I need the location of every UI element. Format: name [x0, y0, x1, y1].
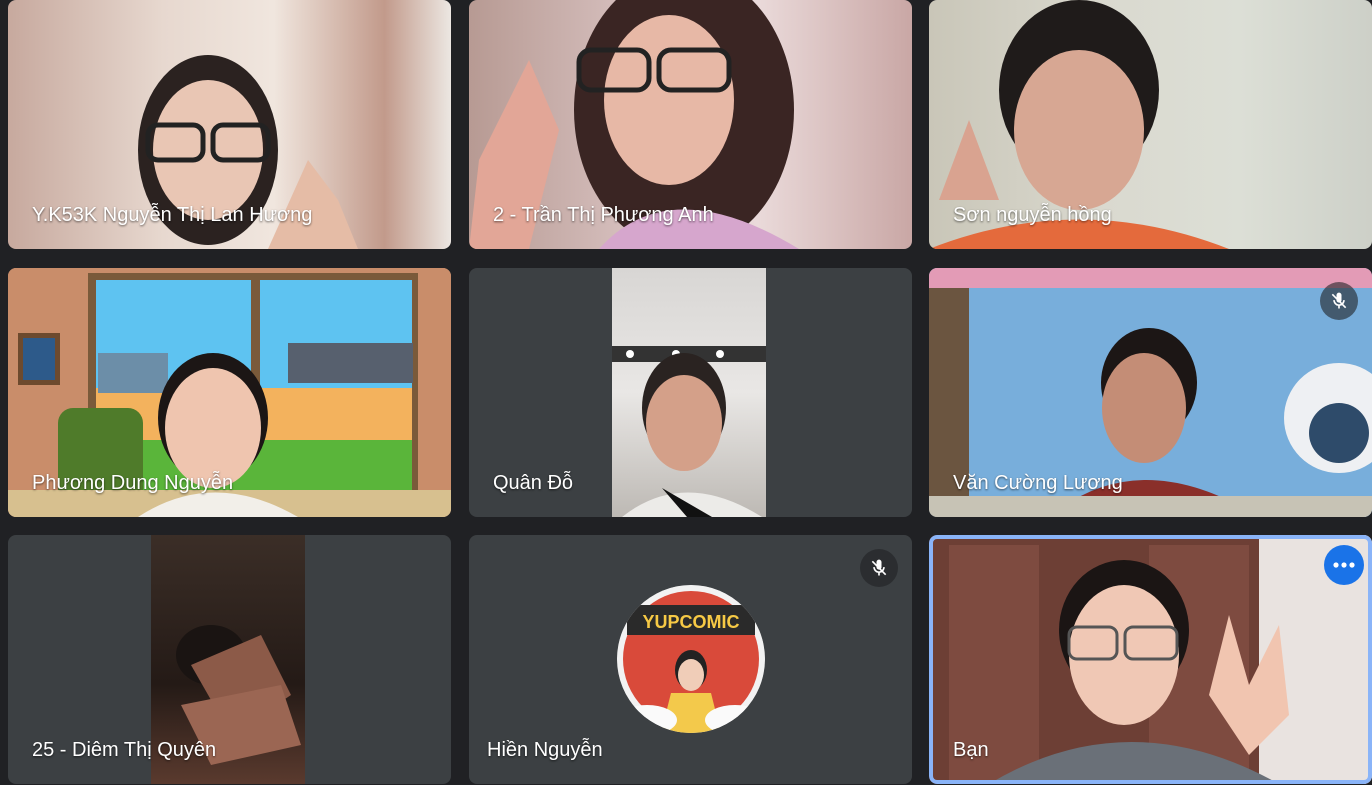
svg-text:YUPCOMIC: YUPCOMIC: [642, 612, 739, 632]
participant-name: Bạn: [953, 739, 989, 761]
video-tile[interactable]: Quân Đỗ: [469, 268, 912, 517]
video-tile[interactable]: YUPCOMIC Hiền Nguyễn: [469, 535, 912, 784]
participant-name: Y.K53K Nguyễn Thị Lan Hương: [32, 204, 313, 226]
participant-video: [929, 535, 1372, 784]
mic-off-icon: [1320, 282, 1358, 320]
participant-name: Quân Đỗ: [493, 472, 574, 494]
video-tile[interactable]: 2 - Trần Thị Phương Anh: [469, 0, 912, 249]
participant-name: 25 - Diêm Thị Quyên: [32, 739, 217, 761]
participant-video: [612, 268, 766, 517]
self-video-tile[interactable]: Bạn: [929, 535, 1372, 784]
participant-name: 2 - Trần Thị Phương Anh: [493, 204, 714, 226]
participant-name: Sơn nguyễn hồng: [953, 204, 1112, 226]
more-options-icon[interactable]: [1324, 545, 1364, 585]
mic-off-icon: [860, 549, 898, 587]
video-tile[interactable]: Y.K53K Nguyễn Thị Lan Hương: [8, 0, 451, 249]
participant-name: Phương Dung Nguyễn: [32, 472, 234, 494]
participant-name: Văn Cường Lương: [953, 472, 1123, 494]
video-tile[interactable]: Sơn nguyễn hồng: [929, 0, 1372, 249]
avatar: YUPCOMIC: [617, 585, 765, 733]
video-tile[interactable]: Phương Dung Nguyễn: [8, 268, 451, 517]
participant-name: Hiền Nguyễn: [487, 739, 603, 761]
video-tile[interactable]: Văn Cường Lương: [929, 268, 1372, 517]
video-tile[interactable]: 25 - Diêm Thị Quyên: [8, 535, 451, 784]
